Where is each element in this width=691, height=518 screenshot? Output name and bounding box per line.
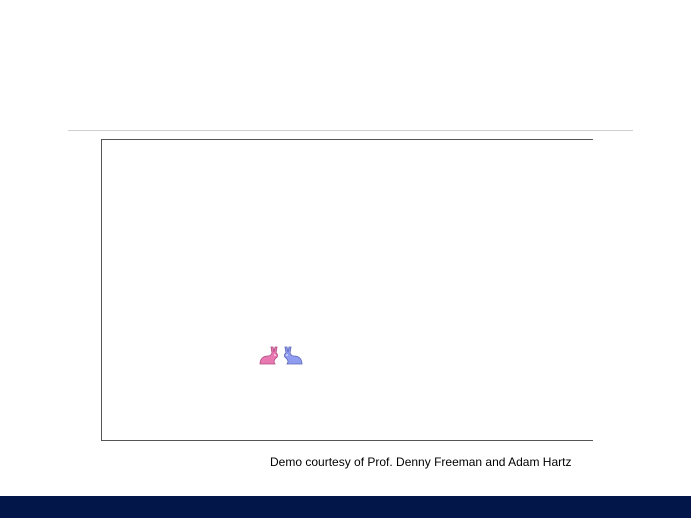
demo-canvas[interactable]: [101, 139, 593, 441]
rabbit-icon: [259, 345, 279, 365]
rabbit-icon: [283, 345, 303, 365]
footer-bar: [0, 496, 691, 518]
demo-credit: Demo courtesy of Prof. Denny Freeman and…: [270, 455, 572, 469]
title-divider: [68, 130, 633, 131]
